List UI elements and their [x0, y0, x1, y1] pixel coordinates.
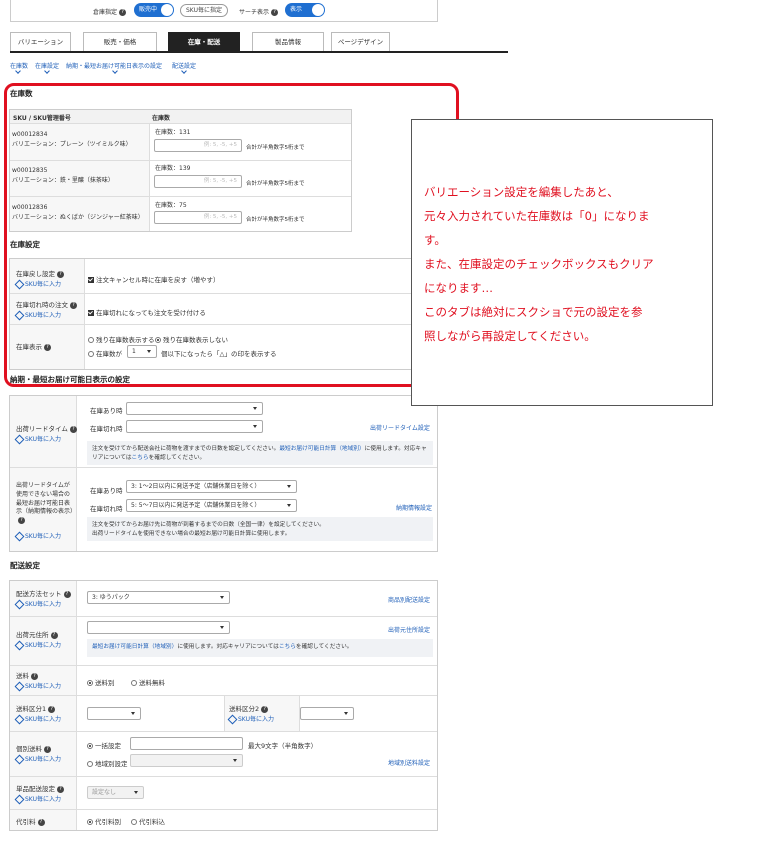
class1-select[interactable]	[87, 707, 141, 720]
here-link[interactable]: こちら	[132, 455, 149, 461]
help-icon[interactable]: ?	[44, 745, 51, 753]
delivery-info-settings-link[interactable]: 納期情報設定	[396, 503, 432, 512]
class2-select[interactable]	[300, 707, 354, 720]
sku-input-link[interactable]: SKU毎に入力	[16, 599, 61, 608]
sku-input-link[interactable]: SKU毎に入力	[16, 434, 61, 443]
help-icon[interactable]: ?	[31, 672, 38, 680]
indiv-radio-2[interactable]: 地域別設定	[87, 758, 128, 768]
shipping-heading: 配送設定	[10, 561, 40, 570]
help-icon[interactable]: ?	[50, 631, 58, 639]
origin-select[interactable]	[87, 621, 230, 634]
note-line: また、在庫設定のチェックボックスもクリア	[424, 257, 654, 271]
search-toggle[interactable]: 表示	[285, 3, 325, 17]
stock-label: 倉庫指定?	[93, 7, 127, 16]
radio-icon[interactable]	[131, 819, 137, 825]
single-select[interactable]: 設定なし	[87, 786, 144, 799]
region-select[interactable]	[130, 754, 243, 767]
help-icon[interactable]: ?	[119, 9, 127, 16]
here-link[interactable]: こちら	[279, 644, 296, 650]
alt-label: 出荷リードタイムが使用できない場合の最短お届け可能日表示（納期情報の表示）?	[16, 482, 77, 525]
lead-label: 出荷リードタイム?	[16, 423, 77, 433]
alt-out-stock-label: 在庫切れ時	[90, 505, 123, 513]
shipping-table	[9, 580, 438, 831]
single-label: 単品配送設定?	[16, 783, 64, 793]
help-icon[interactable]: ?	[261, 705, 269, 713]
alt-in-stock-select[interactable]: 3: 1〜2日以内に発送予定（店舗休業日を除く）	[126, 480, 297, 493]
help-icon[interactable]: ?	[48, 705, 56, 713]
note-line: このタブは絶対にスクショで元の設定を参	[424, 305, 643, 319]
alt-in-stock-label: 在庫あり時	[90, 487, 123, 495]
indiv-hint: 最大9文字（半角数字）	[248, 742, 318, 750]
fee-radio-2[interactable]: 送料無料	[131, 677, 165, 687]
tab-underline	[10, 51, 508, 53]
help-icon[interactable]: ?	[57, 785, 64, 793]
cod-radio-2[interactable]: 代引料込	[131, 816, 165, 826]
note-line: になります…	[424, 281, 493, 295]
calc-link[interactable]: 最短お届け可能日計算（地域別）	[92, 644, 177, 650]
origin-note: 最短お届け可能日計算（地域別）に使用します。対応キャリアについてはこちらを確認し…	[87, 639, 433, 657]
alt-note: 注文を受けてからお届け先に荷物が到着するまでの日数（全国一律）を設定してください…	[87, 517, 433, 541]
origin-settings-link[interactable]: 出荷元住所設定	[388, 625, 430, 634]
sku-specify-button[interactable]: SKU毎に指定	[180, 4, 228, 17]
lead-time-settings-link[interactable]: 出荷リードタイム設定	[370, 423, 430, 432]
tab-sales-price[interactable]: 販売・価格	[83, 32, 157, 51]
tab-stock-shipping[interactable]: 在庫・配送	[168, 32, 240, 51]
note-line: 照しながら再設定してください。	[424, 329, 596, 343]
sku-input-link[interactable]: SKU毎に入力	[16, 681, 61, 690]
cod-label: 代引料?	[16, 816, 45, 826]
lead-out-stock-select[interactable]	[126, 420, 263, 433]
method-label: 配送方法セット?	[16, 588, 71, 598]
help-icon[interactable]: ?	[271, 9, 279, 16]
fee-radio-1[interactable]: 送料別	[87, 677, 115, 687]
stock-toggle[interactable]: 販売中	[134, 3, 174, 17]
indiv-fee-input[interactable]	[130, 737, 243, 750]
class1-label: 送料区分1?	[16, 703, 56, 713]
sku-input-link[interactable]: SKU毎に入力	[229, 714, 274, 723]
fee-label: 送料?	[16, 670, 38, 680]
help-icon[interactable]: ?	[63, 590, 71, 598]
sku-input-link[interactable]: SKU毎に入力	[16, 714, 61, 723]
radio-icon[interactable]	[87, 743, 93, 749]
sku-input-link[interactable]: SKU毎に入力	[16, 754, 61, 763]
help-icon[interactable]: ?	[69, 425, 77, 433]
product-shipping-link[interactable]: 商品別配送設定	[388, 595, 430, 604]
region-fee-settings-link[interactable]: 地域別送料設定	[388, 758, 430, 767]
note-line: バリエーション設定を編集したあと、	[424, 185, 619, 199]
tab-page-design[interactable]: ページデザイン	[331, 32, 390, 51]
radio-icon[interactable]	[87, 819, 93, 825]
class2-label: 送料区分2?	[229, 703, 269, 713]
lead-note: 注文を受けてから配送会社に荷物を渡すまでの日数を設定してください。最短お届け可能…	[87, 441, 433, 465]
indiv-label: 個別送料?	[16, 743, 51, 753]
cod-radio-1[interactable]: 代引料別	[87, 816, 121, 826]
help-icon[interactable]: ?	[18, 517, 25, 525]
radio-icon[interactable]	[87, 680, 93, 686]
warning-note-box: バリエーション設定を編集したあと、 元々入力されていた在庫数は「0」になりま す…	[411, 119, 713, 406]
tab-variation[interactable]: バリエーション	[10, 32, 71, 51]
note-line: す。	[424, 233, 446, 247]
sku-input-link[interactable]: SKU毎に入力	[16, 640, 61, 649]
tab-product-info[interactable]: 製品情報	[252, 32, 324, 51]
indiv-radio-1[interactable]: 一括設定	[87, 740, 121, 750]
radio-icon[interactable]	[131, 680, 137, 686]
help-icon[interactable]: ?	[37, 818, 45, 826]
method-select[interactable]: 3: ゆうパック	[87, 591, 230, 604]
top-settings-bar: 倉庫指定? 販売中 SKU毎に指定 サーチ表示? 表示	[10, 0, 438, 22]
lead-in-stock-select[interactable]	[126, 402, 263, 415]
highlight-box	[4, 83, 459, 387]
radio-icon[interactable]	[87, 761, 93, 767]
in-stock-label: 在庫あり時	[90, 407, 123, 415]
out-stock-label: 在庫切れ時	[90, 425, 123, 433]
search-label: サーチ表示?	[239, 7, 279, 16]
sku-input-link[interactable]: SKU毎に入力	[16, 531, 61, 540]
alt-out-stock-select[interactable]: 5: 5〜7日以内に発送予定（店舗休業日を除く）	[126, 499, 297, 512]
note-line: 元々入力されていた在庫数は「0」になりま	[424, 209, 650, 223]
origin-label: 出荷元住所?	[16, 629, 58, 639]
sku-input-link[interactable]: SKU毎に入力	[16, 794, 61, 803]
calc-link[interactable]: 最短お届け可能日計算（地域別）	[279, 446, 364, 452]
